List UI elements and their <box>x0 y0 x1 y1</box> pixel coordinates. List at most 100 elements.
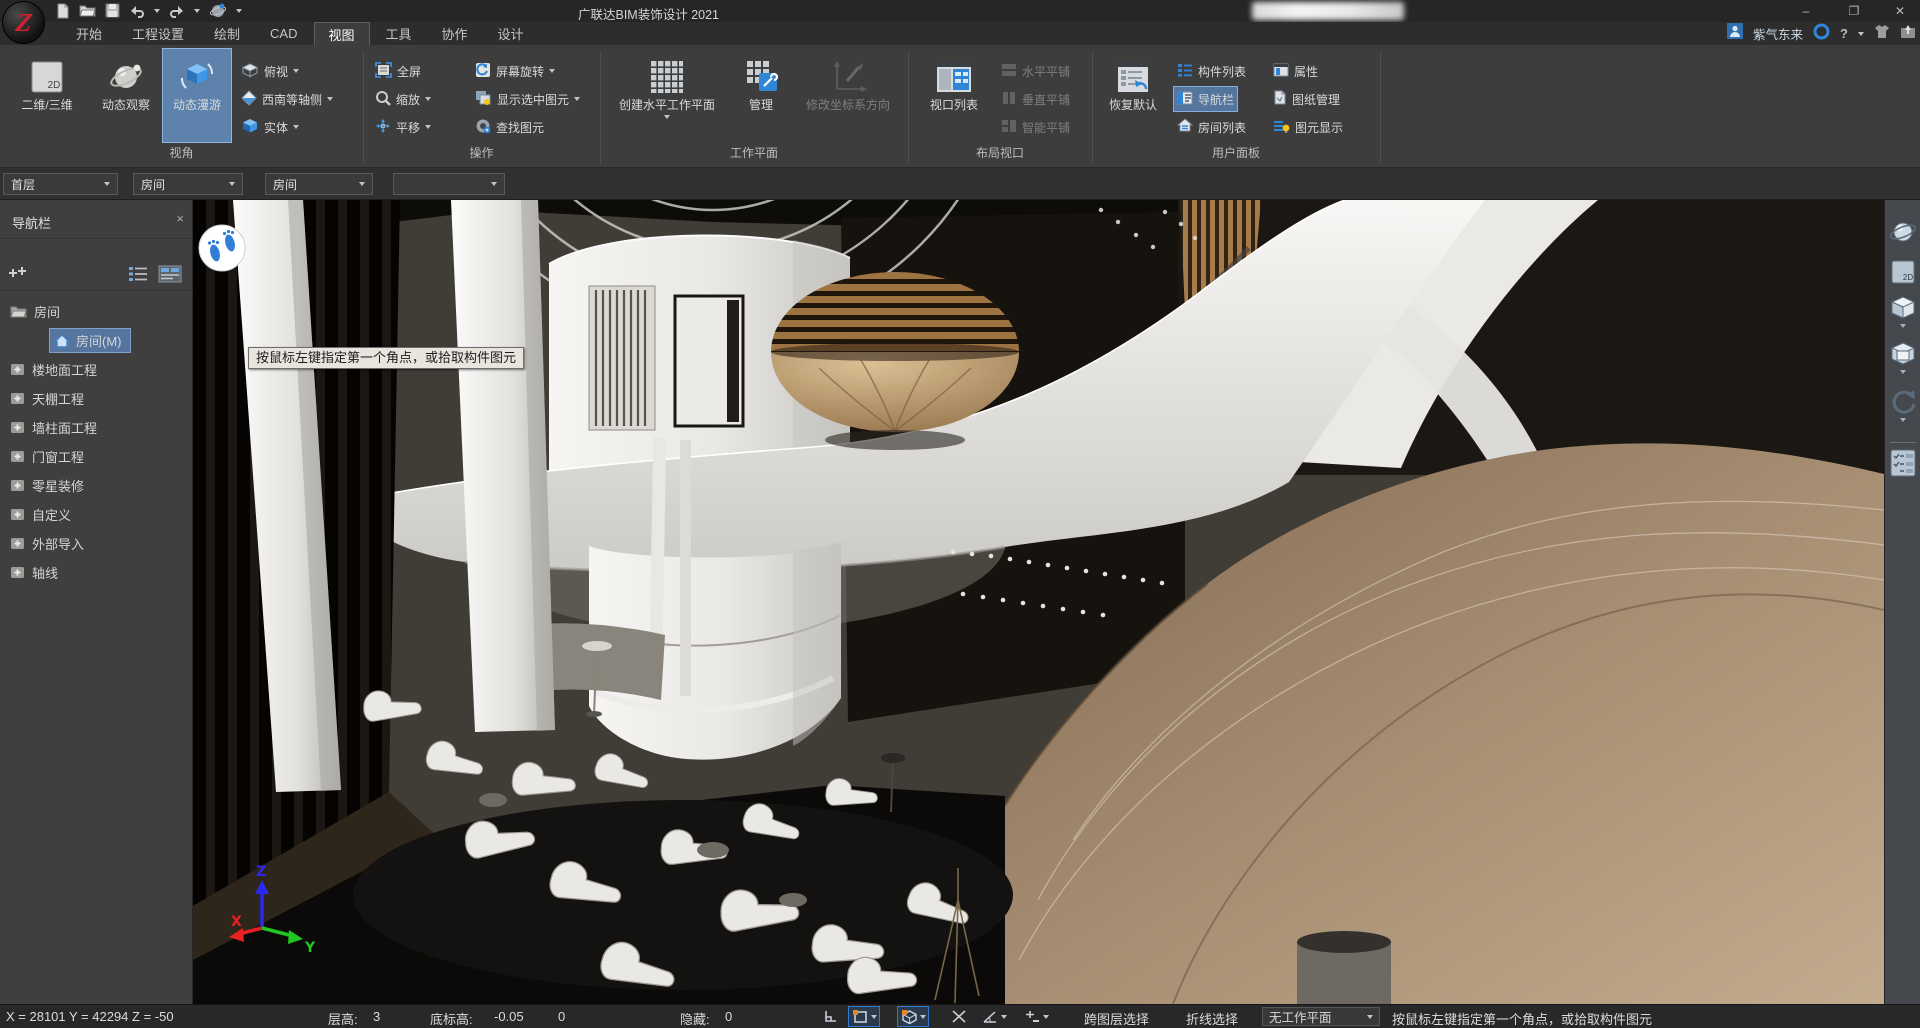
button-modify-cs[interactable]: 修改坐标系方向 <box>792 49 904 142</box>
polyline-select-button[interactable]: 折线选择 <box>1186 1009 1238 1028</box>
app-logo-icon[interactable]: Z <box>2 1 45 44</box>
tree-item-room-selected[interactable]: 房间(M) <box>0 326 193 355</box>
button-orbit[interactable]: 动态观察 <box>92 49 160 142</box>
redo-icon[interactable] <box>169 4 185 18</box>
folder-plus-icon <box>10 421 25 434</box>
nav-add-button[interactable] <box>8 262 28 286</box>
button-sw-isometric[interactable]: 西南等轴侧 <box>238 87 336 111</box>
button-walk[interactable]: 动态漫游 <box>163 49 231 142</box>
tab-draw[interactable]: 绘制 <box>200 22 254 45</box>
tab-project-settings[interactable]: 工程设置 <box>118 22 198 45</box>
pan-icon <box>375 118 391 137</box>
button-properties[interactable]: 属性 <box>1270 59 1321 83</box>
tree-item-ceiling-works[interactable]: 天棚工程 <box>0 384 193 413</box>
button-solid-style[interactable]: 实体 <box>238 115 302 139</box>
screen-rotate-icon <box>475 62 491 81</box>
close-button[interactable]: ✕ <box>1886 2 1914 20</box>
new-file-icon[interactable] <box>56 3 70 19</box>
floor-select[interactable]: 首层 <box>3 173 118 195</box>
nav-panel-close-icon[interactable]: × <box>176 211 184 226</box>
button-workplane-manage[interactable]: 管理 <box>734 49 788 142</box>
button-screen-rotate[interactable]: 屏幕旋转 <box>472 59 558 83</box>
floor-height-label: 层高: <box>328 1009 358 1028</box>
ortho-toggle[interactable] <box>818 1006 844 1027</box>
button-element-display[interactable]: 图元显示 <box>1270 115 1346 139</box>
button-navbar[interactable]: 导航栏 <box>1174 87 1237 111</box>
category-select-2[interactable]: 房间 <box>265 173 373 195</box>
tree-item-axis-lines[interactable]: 轴线 <box>0 558 193 587</box>
help-icon[interactable]: ? <box>1840 26 1848 41</box>
button-room-list[interactable]: 房间列表 <box>1174 115 1249 139</box>
tree-item-floor-works[interactable]: 楼地面工程 <box>0 355 193 384</box>
help-dropdown-caret[interactable] <box>1858 32 1864 36</box>
redo-dropdown-caret[interactable] <box>194 9 200 13</box>
sync-status-icon[interactable] <box>1813 23 1830 45</box>
folder-plus-icon <box>10 392 25 405</box>
tab-cad[interactable]: CAD <box>256 22 311 45</box>
svg-text:2D: 2D <box>1903 273 1913 282</box>
rt-orbit-button[interactable] <box>1889 218 1917 246</box>
button-create-workplane[interactable]: 创建水平工作平面 <box>606 49 728 142</box>
undo-icon[interactable] <box>129 4 145 18</box>
category-select-1[interactable]: 房间 <box>133 173 243 195</box>
angle-snap-toggle[interactable] <box>978 1006 1010 1027</box>
quick-access-menu-caret[interactable] <box>236 9 242 13</box>
rt-rotate-view-button[interactable] <box>1889 386 1917 422</box>
sync-sphere-icon[interactable] <box>209 2 227 19</box>
button-find-element[interactable]: 查找图元 <box>472 115 547 139</box>
button-top-view[interactable]: 俯视 <box>238 59 302 83</box>
walk-icon <box>178 56 216 98</box>
username[interactable]: 紫气东来 <box>1753 24 1803 43</box>
minimize-button[interactable]: – <box>1792 2 1820 20</box>
status-bar: X = 28101 Y = 42294 Z = -50 层高: 3 底标高: -… <box>0 1004 1920 1028</box>
tab-design[interactable]: 设计 <box>484 22 538 45</box>
theme-icon[interactable] <box>1874 24 1890 44</box>
tree-item-misc-decoration[interactable]: 零星装修 <box>0 471 193 500</box>
rt-2d-view-button[interactable]: 2D <box>1889 258 1917 286</box>
button-h-tile[interactable]: 水平平铺 <box>998 59 1073 83</box>
restore-default-icon <box>1115 56 1151 98</box>
rt-view-cube-button[interactable] <box>1889 294 1917 328</box>
category-select-3[interactable] <box>393 173 505 195</box>
button-show-selected[interactable]: 显示选中图元 <box>472 87 583 111</box>
tree-item-rooms-root[interactable]: 房间 <box>0 297 193 326</box>
button-component-list[interactable]: 构件列表 <box>1174 59 1249 83</box>
nav-detail-view-icon[interactable] <box>158 262 182 286</box>
nav-list-view-icon[interactable] <box>128 262 148 286</box>
button-viewport-list[interactable]: 视口列表 <box>914 49 994 142</box>
rt-view-list-button[interactable] <box>1889 448 1917 478</box>
solid-select-toggle[interactable] <box>897 1006 929 1027</box>
maximize-button[interactable]: ❐ <box>1840 2 1868 20</box>
button-restore-default[interactable]: 恢复默认 <box>1100 49 1166 142</box>
point-snap-toggle[interactable] <box>1020 1006 1052 1027</box>
workplane-select[interactable]: 无工作平面 <box>1262 1007 1380 1026</box>
room-list-icon <box>1177 118 1193 136</box>
upload-icon[interactable] <box>1900 24 1916 44</box>
tree-item-custom[interactable]: 自定义 <box>0 500 193 529</box>
tab-collaborate[interactable]: 协作 <box>428 22 482 45</box>
tab-view[interactable]: 视图 <box>314 22 370 45</box>
tree-item-wall-column-works[interactable]: 墙柱面工程 <box>0 413 193 442</box>
rect-select-toggle[interactable] <box>848 1006 880 1027</box>
open-file-icon[interactable] <box>79 3 96 18</box>
save-icon[interactable] <box>105 3 120 18</box>
viewport-nav-toolbar: 2D <box>1884 200 1920 1004</box>
tab-tools[interactable]: 工具 <box>372 22 426 45</box>
user-avatar-icon[interactable] <box>1727 23 1743 44</box>
button-smart-tile[interactable]: 智能平铺 <box>998 115 1073 139</box>
rt-previous-view-button[interactable] <box>1889 340 1917 374</box>
button-pan[interactable]: 平移 <box>372 115 434 139</box>
undo-dropdown-caret[interactable] <box>154 9 160 13</box>
cancel-select-icon[interactable] <box>946 1006 972 1027</box>
button-zoom[interactable]: 缩放 <box>372 87 434 111</box>
tab-start[interactable]: 开始 <box>62 22 116 45</box>
button-fullscreen[interactable]: 全屏 <box>372 59 424 83</box>
button-drawing-mgmt[interactable]: 图纸管理 <box>1270 87 1343 111</box>
3d-viewport[interactable]: Z X Y 按鼠标左键指定第一个角点，或拾取构件图元 <box>193 200 1884 1004</box>
button-2d3d[interactable]: 2D 二维/三维 <box>8 49 86 142</box>
navigation-panel: 导航栏 × 房间 房间(M) <box>0 200 193 1004</box>
tree-item-door-window-works[interactable]: 门窗工程 <box>0 442 193 471</box>
button-v-tile[interactable]: 垂直平铺 <box>998 87 1073 111</box>
tree-item-external-import[interactable]: 外部导入 <box>0 529 193 558</box>
cross-layer-select-button[interactable]: 跨图层选择 <box>1084 1009 1149 1028</box>
